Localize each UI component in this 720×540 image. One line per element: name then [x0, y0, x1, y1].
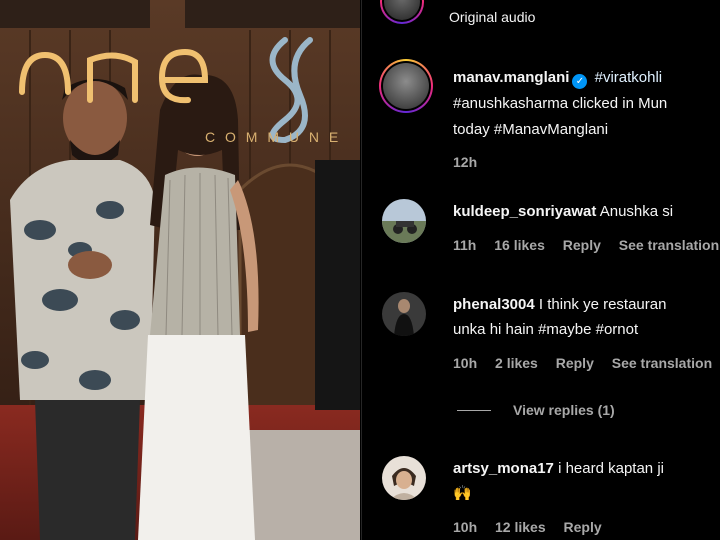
- replies-divider: [457, 409, 491, 411]
- comment-likes[interactable]: 12 likes: [495, 519, 546, 535]
- caption-timestamp: 12h: [453, 154, 478, 170]
- reply-button[interactable]: Reply: [556, 355, 594, 371]
- comment-timestamp: 10h: [453, 355, 478, 371]
- original-audio-link[interactable]: Original audio: [449, 9, 535, 25]
- commenter-avatar[interactable]: [382, 456, 426, 500]
- comment-timestamp: 10h: [453, 519, 478, 535]
- comment-username[interactable]: artsy_mona17: [453, 460, 554, 477]
- comments-panel: Original audio manav.manglani ✓ #viratkoh…: [361, 0, 720, 540]
- caption-line-2: #anushkasharma clicked in Mun: [453, 95, 668, 112]
- comment-username[interactable]: kuldeep_sonriyawat: [453, 203, 596, 220]
- comment-text-line-2: 🙌: [453, 485, 472, 502]
- comment-text: I think ye restauran: [538, 296, 667, 313]
- caption-text: manav.manglani ✓ #viratkohli #anushkashar…: [453, 65, 720, 175]
- comment-text: Anushka si: [599, 203, 674, 220]
- comment-timestamp: 11h: [453, 237, 477, 253]
- see-translation-link[interactable]: See translation: [612, 355, 712, 371]
- sign-subtext: C O M M U N E: [205, 129, 341, 145]
- post-photo: C O M M U N E: [0, 0, 360, 540]
- view-replies-button[interactable]: View replies (1): [457, 402, 615, 418]
- caption-username[interactable]: manav.manglani: [453, 69, 569, 86]
- hashtag-link[interactable]: #viratkohli: [595, 69, 663, 86]
- post-header: Original audio: [380, 0, 535, 25]
- caption-meta: 12h: [453, 149, 720, 175]
- reply-button[interactable]: Reply: [564, 519, 602, 535]
- commenter-avatar[interactable]: [382, 199, 426, 243]
- comment-text-line-2: unka hi hain #maybe #ornot: [453, 321, 639, 338]
- view-replies-label: View replies (1): [513, 402, 615, 418]
- profile-avatar-icon[interactable]: [380, 0, 424, 24]
- comment-likes[interactable]: 2 likes: [495, 355, 538, 371]
- see-translation-link[interactable]: See translation: [619, 237, 719, 253]
- commenter-avatar[interactable]: [382, 292, 426, 336]
- caption-line-3: today #ManavManglani: [453, 121, 609, 138]
- verified-badge-icon: ✓: [572, 74, 588, 89]
- reply-button[interactable]: Reply: [563, 237, 601, 253]
- caption-avatar[interactable]: [379, 59, 433, 113]
- comment-likes[interactable]: 16 likes: [494, 237, 545, 253]
- comment-text: i heard kaptan ji: [558, 460, 664, 477]
- comment-username[interactable]: phenal3004: [453, 296, 535, 313]
- post-media[interactable]: C O M M U N E: [0, 0, 360, 540]
